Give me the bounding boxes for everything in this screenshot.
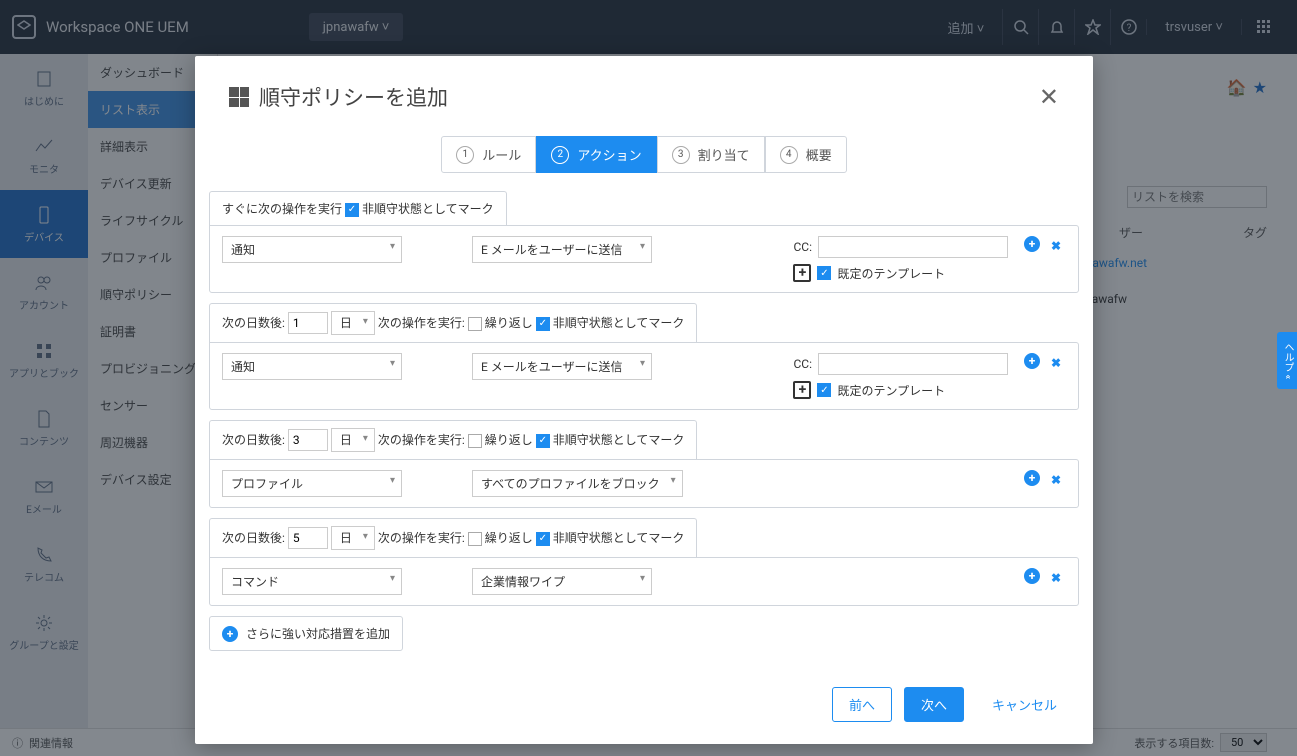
mark-noncompliant-check-0[interactable] bbox=[345, 203, 359, 217]
action-row-1: 通知 E メールをユーザーに送信 CC: +既定のテンプレート + ✖ bbox=[209, 342, 1079, 410]
modal-title: 順守ポリシーを追加 bbox=[229, 82, 448, 112]
cancel-button[interactable]: キャンセル bbox=[976, 688, 1073, 721]
add-action-icon-3[interactable]: + bbox=[1024, 568, 1040, 584]
action-type-select-2[interactable]: プロファイル bbox=[222, 470, 402, 497]
action-row-0: 通知 E メールをユーザーに送信 CC: +既定のテンプレート + ✖ bbox=[209, 225, 1079, 293]
plus-circle-icon: + bbox=[222, 626, 238, 642]
mark-noncompliant-check-1[interactable] bbox=[536, 317, 550, 331]
add-compliance-modal: 順守ポリシーを追加 ✕ 1ルール 2アクション 3割り当て 4概要 すぐに次の操… bbox=[195, 56, 1093, 744]
action-type-select-3[interactable]: コマンド bbox=[222, 568, 402, 595]
help-float-tab[interactable]: ヘルプ « bbox=[1277, 332, 1297, 389]
action-row-2: プロファイル すべてのプロファイルをブロック + ✖ bbox=[209, 459, 1079, 508]
step-summary[interactable]: 4概要 bbox=[765, 136, 847, 173]
remove-action-icon-0[interactable]: ✖ bbox=[1046, 236, 1066, 256]
next-button[interactable]: 次へ bbox=[904, 687, 964, 722]
schedule-head-3: 次の日数後: 日 次の操作を実行: 繰り返し 非順守状態としてマーク bbox=[209, 518, 697, 557]
step-rules[interactable]: 1ルール bbox=[441, 136, 536, 173]
add-escalation-button[interactable]: + さらに強い対応措置を追加 bbox=[209, 616, 403, 651]
step-actions[interactable]: 2アクション bbox=[536, 136, 656, 173]
close-icon[interactable]: ✕ bbox=[1039, 83, 1059, 111]
repeat-check-3[interactable] bbox=[468, 532, 482, 546]
remove-action-icon-3[interactable]: ✖ bbox=[1046, 568, 1066, 588]
cc-input-1[interactable] bbox=[818, 353, 1008, 375]
action-type-select-1[interactable]: 通知 bbox=[222, 353, 402, 380]
windows-icon bbox=[229, 87, 249, 107]
default-template-check-1[interactable] bbox=[817, 383, 831, 397]
schedule-head-2: 次の日数後: 日 次の操作を実行: 繰り返し 非順守状態としてマーク bbox=[209, 420, 697, 459]
add-cc-button-1[interactable]: + bbox=[793, 381, 811, 399]
modal-footer: 前へ 次へ キャンセル bbox=[195, 669, 1093, 744]
action-detail-select-1[interactable]: E メールをユーザーに送信 bbox=[472, 353, 652, 380]
repeat-check-2[interactable] bbox=[468, 434, 482, 448]
add-action-icon-2[interactable]: + bbox=[1024, 470, 1040, 486]
add-action-icon-1[interactable]: + bbox=[1024, 353, 1040, 369]
schedule-head-1: 次の日数後: 日 次の操作を実行: 繰り返し 非順守状態としてマーク bbox=[209, 303, 697, 342]
days-input-3[interactable] bbox=[288, 527, 328, 549]
cc-input-0[interactable] bbox=[818, 236, 1008, 258]
add-action-icon-0[interactable]: + bbox=[1024, 236, 1040, 252]
step-assignment[interactable]: 3割り当て bbox=[657, 136, 765, 173]
mark-noncompliant-check-2[interactable] bbox=[536, 434, 550, 448]
action-detail-select-2[interactable]: すべてのプロファイルをブロック bbox=[472, 470, 683, 497]
action-detail-select-0[interactable]: E メールをユーザーに送信 bbox=[472, 236, 652, 263]
stepper: 1ルール 2アクション 3割り当て 4概要 bbox=[195, 130, 1093, 191]
remove-action-icon-2[interactable]: ✖ bbox=[1046, 470, 1066, 490]
unit-select-2[interactable]: 日 bbox=[331, 428, 375, 452]
mark-noncompliant-check-3[interactable] bbox=[536, 532, 550, 546]
action-type-select-0[interactable]: 通知 bbox=[222, 236, 402, 263]
prev-button[interactable]: 前へ bbox=[832, 687, 892, 722]
modal-body: すぐに次の操作を実行 非順守状態としてマーク 通知 E メールをユーザーに送信 … bbox=[195, 191, 1093, 669]
days-input-1[interactable] bbox=[288, 312, 328, 334]
add-cc-button-0[interactable]: + bbox=[793, 264, 811, 282]
immediate-head: すぐに次の操作を実行 非順守状態としてマーク bbox=[209, 191, 507, 225]
action-row-3: コマンド 企業情報ワイプ + ✖ bbox=[209, 557, 1079, 606]
action-detail-select-3[interactable]: 企業情報ワイプ bbox=[472, 568, 652, 595]
unit-select-1[interactable]: 日 bbox=[331, 311, 375, 335]
unit-select-3[interactable]: 日 bbox=[331, 526, 375, 550]
default-template-check-0[interactable] bbox=[817, 266, 831, 280]
remove-action-icon-1[interactable]: ✖ bbox=[1046, 353, 1066, 373]
days-input-2[interactable] bbox=[288, 429, 328, 451]
repeat-check-1[interactable] bbox=[468, 317, 482, 331]
